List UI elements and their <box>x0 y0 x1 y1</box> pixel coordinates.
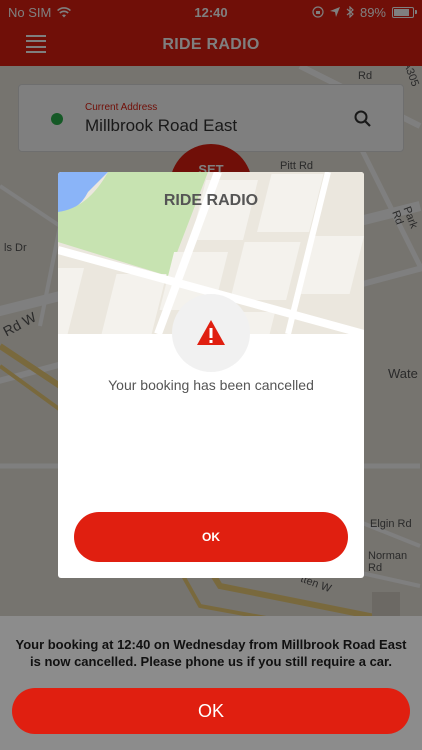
sheet-ok-button[interactable]: OK <box>12 688 410 734</box>
dialog-message: Your booking has been cancelled <box>108 377 314 393</box>
warning-badge <box>172 294 250 372</box>
dialog-ok-button[interactable]: OK <box>74 512 348 562</box>
dialog-title: RIDE RADIO <box>163 192 259 209</box>
cancellation-message: Your booking at 12:40 on Wednesday from … <box>15 637 407 669</box>
cancellation-sheet: Your booking at 12:40 on Wednesday from … <box>0 616 422 750</box>
cancel-dialog: RIDE RADIO Your booking has been cancell… <box>58 172 364 578</box>
warning-icon <box>197 320 225 345</box>
